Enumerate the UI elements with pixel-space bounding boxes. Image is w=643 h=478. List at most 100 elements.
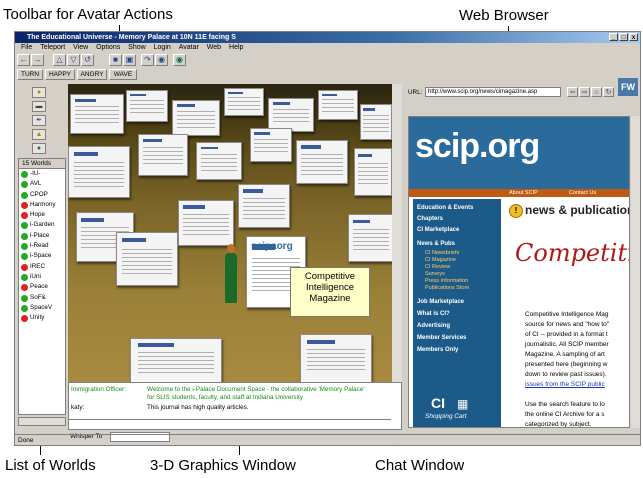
back-arrow-icon[interactable]: ← <box>17 54 30 66</box>
nav-marketplace[interactable]: CI Marketplace <box>417 227 459 233</box>
card-icon[interactable]: ▬ <box>32 101 46 112</box>
menu-web[interactable]: Web <box>207 44 221 51</box>
browser-back-icon[interactable]: ⇦ <box>567 87 578 97</box>
world-item[interactable]: -IU- <box>19 169 65 179</box>
document-panel[interactable] <box>196 142 242 180</box>
browser-reload-icon[interactable]: ↻ <box>603 87 614 97</box>
turn-button[interactable]: TURN <box>17 69 43 80</box>
document-panel[interactable] <box>318 90 358 120</box>
hat-icon[interactable]: ● <box>32 87 46 98</box>
nav-contact[interactable]: Contact Us <box>569 189 596 197</box>
chat-input[interactable] <box>69 419 391 430</box>
world-item[interactable]: i-Garden <box>19 220 65 230</box>
forward-arrow-icon[interactable]: → <box>31 54 44 66</box>
document-panel[interactable] <box>348 214 392 262</box>
nav-whatisci[interactable]: What is CI? <box>417 311 450 317</box>
document-panel[interactable] <box>238 184 290 228</box>
nav-sub[interactable]: CI Magazine <box>425 257 456 263</box>
minimize-button[interactable]: _ <box>609 33 618 41</box>
world-item[interactable]: Harmony <box>19 200 65 210</box>
pointer-icon[interactable]: ↷ <box>141 54 154 66</box>
menu-avatar[interactable]: Avatar <box>179 44 199 51</box>
menu-view[interactable]: View <box>73 44 88 51</box>
happy-button[interactable]: HAPPY <box>45 69 75 80</box>
document-panel[interactable] <box>116 232 178 286</box>
document-panel[interactable] <box>70 94 124 134</box>
search-line[interactable]: Use the search feature to lo <box>525 401 605 408</box>
world-list-scrollbar[interactable] <box>18 417 66 426</box>
document-panel[interactable] <box>354 148 392 196</box>
menu-login[interactable]: Login <box>154 44 171 51</box>
body-link[interactable]: issues from the SCIP public <box>525 381 605 388</box>
document-panel[interactable] <box>296 140 348 184</box>
menu-teleport[interactable]: Teleport <box>40 44 65 51</box>
browser-forward-icon[interactable]: ⇨ <box>579 87 590 97</box>
nav-sub[interactable]: CI Review <box>425 264 450 270</box>
world-item[interactable]: CPOP <box>19 190 65 200</box>
trophy-icon[interactable]: ▲ <box>32 129 46 140</box>
nav-advertising[interactable]: Advertising <box>417 323 450 329</box>
world-item[interactable]: i-Place <box>19 231 65 241</box>
document-panel[interactable] <box>178 200 234 246</box>
world-item[interactable]: IREC <box>19 262 65 272</box>
document-panel[interactable] <box>224 88 264 116</box>
angry-button[interactable]: ANGRY <box>77 69 107 80</box>
menu-show[interactable]: Show <box>128 44 146 51</box>
document-panel[interactable] <box>68 146 130 198</box>
world-item[interactable]: Unity <box>19 313 65 323</box>
view-icon[interactable]: ▣ <box>123 54 136 66</box>
world-item[interactable]: i-Read <box>19 241 65 251</box>
nav-education[interactable]: Education & Events <box>417 205 473 211</box>
scip-logo[interactable]: scip.org <box>415 127 540 166</box>
nav-sub[interactable]: Publications Store <box>425 285 469 291</box>
globe-small-icon[interactable]: ● <box>32 143 46 154</box>
nav-chapters[interactable]: Chapters <box>417 216 443 222</box>
nav-news[interactable]: News & Pubs <box>417 241 455 247</box>
nav-about[interactable]: About SCIP <box>509 189 538 197</box>
world-item[interactable]: AVL <box>19 179 65 189</box>
url-input[interactable]: http://www.scip.org/news/cimagazine.asp <box>425 87 561 97</box>
browser-home-icon[interactable]: ⌂ <box>591 87 602 97</box>
globe-icon[interactable]: ◉ <box>173 54 186 66</box>
document-panel[interactable] <box>130 338 222 382</box>
document-panel[interactable] <box>268 98 314 132</box>
chat-window[interactable]: Immigration Officer: Welcome to the i-Pa… <box>68 382 402 430</box>
menu-file[interactable]: File <box>21 44 32 51</box>
nav-sub[interactable]: Press Information <box>425 278 468 284</box>
world-item[interactable]: SpaceV <box>19 303 65 313</box>
menu-help[interactable]: Help <box>229 44 243 51</box>
turn-icon[interactable]: ↺ <box>81 54 94 66</box>
world-item[interactable]: Peace <box>19 282 65 292</box>
browser-scrollbar[interactable] <box>631 116 640 428</box>
graphics-scrollbar[interactable] <box>392 84 402 382</box>
close-button[interactable]: x <box>629 33 638 41</box>
camera-icon[interactable]: ■ <box>109 54 122 66</box>
document-panel[interactable] <box>360 104 392 140</box>
search-line[interactable]: the online CI Archive for a s <box>525 411 605 418</box>
nav-member-services[interactable]: Member Services <box>417 335 466 341</box>
maximize-button[interactable]: □ <box>619 33 628 41</box>
shopping-cart-link[interactable]: CI ▦ Shopping Cart <box>423 395 483 425</box>
document-panel[interactable] <box>126 90 168 122</box>
world-item[interactable]: Hope <box>19 210 65 220</box>
scip-page[interactable]: scip.org About SCIP Contact Us Education… <box>408 116 630 428</box>
fly-down-icon[interactable]: ▽ <box>67 54 80 66</box>
document-panel[interactable] <box>300 334 372 382</box>
document-panel[interactable] <box>250 128 292 162</box>
world-item[interactable]: i-Space <box>19 251 65 261</box>
nav-sub[interactable]: CI Newsbriefs <box>425 250 459 256</box>
fly-up-icon[interactable]: △ <box>53 54 66 66</box>
avatar-figure[interactable] <box>224 244 238 306</box>
nav-members-only[interactable]: Members Only <box>417 347 458 353</box>
world-item[interactable]: iUni <box>19 272 65 282</box>
document-panel[interactable] <box>172 100 220 136</box>
menu-options[interactable]: Options <box>96 44 120 51</box>
document-panel[interactable] <box>138 134 188 176</box>
graphics-window[interactable]: scipaorg Competitive Intelligence Magazi… <box>68 84 392 382</box>
nav-jobs[interactable]: Job Marketplace <box>417 299 464 305</box>
nav-sub[interactable]: Surveys <box>425 271 445 277</box>
world-item[interactable]: SoF& <box>19 293 65 303</box>
feather-icon[interactable]: ✒ <box>32 115 46 126</box>
lock-icon[interactable]: ◉ <box>155 54 168 66</box>
wave-button[interactable]: WAVE <box>109 69 137 80</box>
